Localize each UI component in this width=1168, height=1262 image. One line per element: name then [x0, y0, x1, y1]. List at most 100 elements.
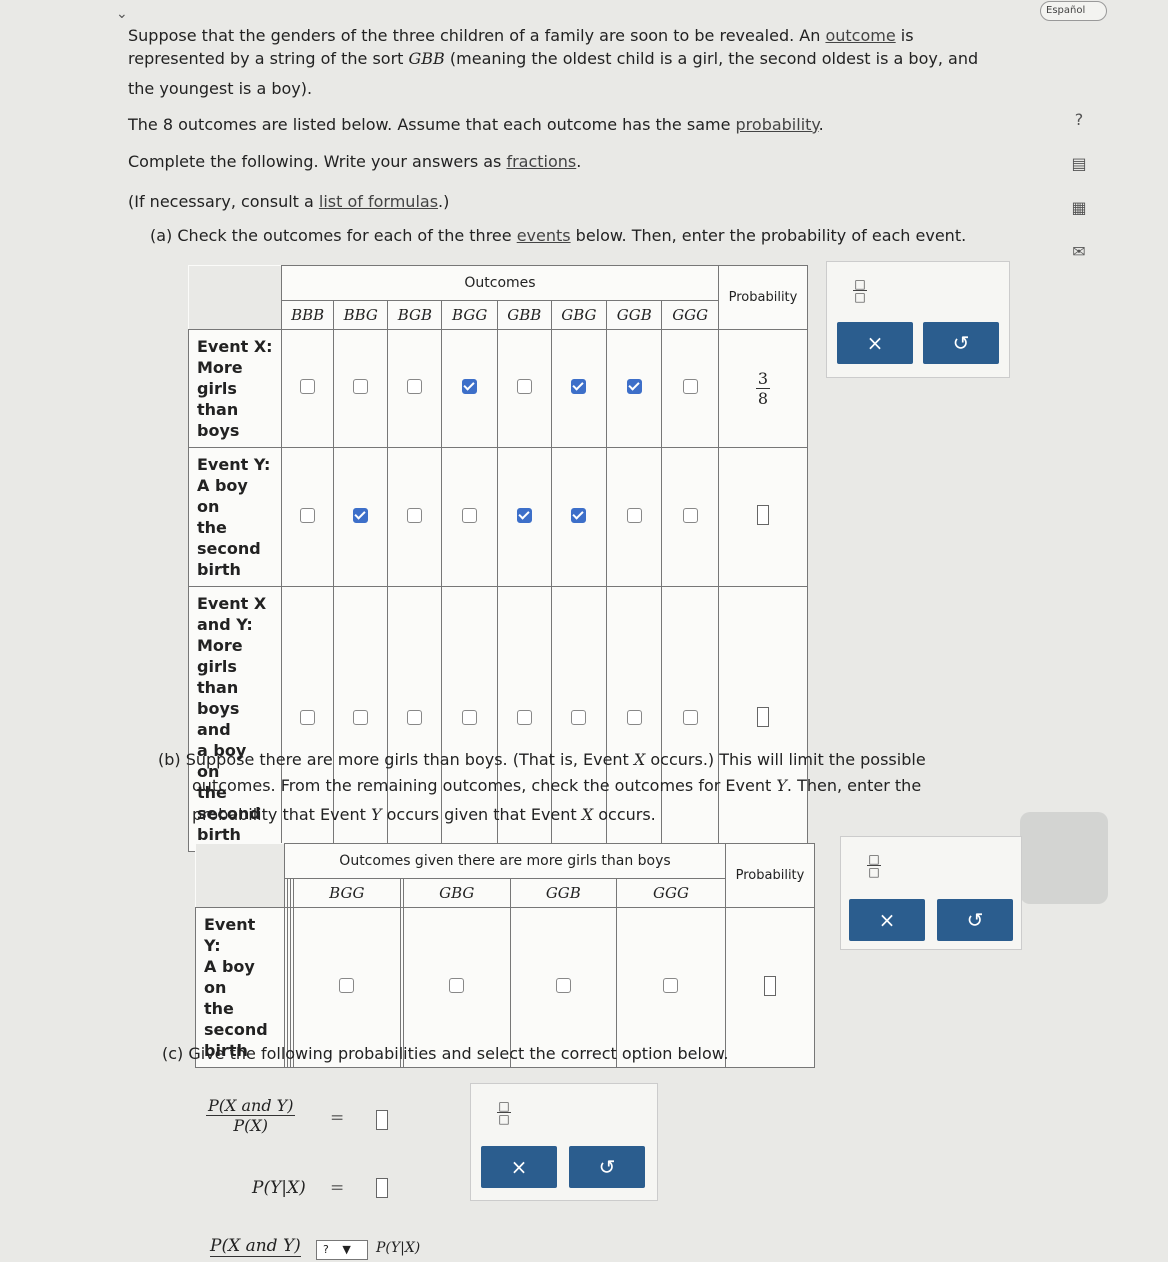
undo-button[interactable]: ↺: [569, 1146, 645, 1188]
outcome-checkbox[interactable]: [300, 709, 316, 725]
probability-cell: [725, 907, 815, 1068]
comparison-dropdown[interactable]: ? ▼: [316, 1240, 368, 1260]
outcome-checkbox[interactable]: [407, 507, 423, 523]
outcome-checkbox[interactable]: [353, 507, 369, 523]
intro-text: .: [576, 152, 582, 171]
outcome-checkbox[interactable]: [516, 709, 532, 725]
calculator-icon[interactable]: ▤: [1068, 154, 1090, 176]
outcome-checkbox[interactable]: [682, 379, 698, 394]
outcome-checkbox[interactable]: [682, 507, 698, 523]
event-label-line: boys and: [197, 699, 240, 739]
outcome-cell: [661, 586, 719, 852]
outcome-cell: [550, 447, 608, 587]
collapse-chevron-icon[interactable]: ⌄: [116, 6, 136, 22]
var-x: X: [581, 805, 594, 824]
outcome-checkbox[interactable]: [339, 978, 355, 993]
probability-fraction[interactable]: 38: [755, 369, 771, 408]
outcome-link[interactable]: outcome: [825, 26, 895, 45]
notes-icon[interactable]: ▦: [1068, 198, 1090, 220]
fraction-template-icon[interactable]: □ □: [867, 853, 881, 878]
outcome-checkbox[interactable]: [449, 978, 465, 993]
outcome-checkbox[interactable]: [300, 379, 316, 394]
outcome-cell: [550, 329, 608, 448]
intro-text: .): [438, 192, 450, 211]
outcome-checkbox[interactable]: [353, 709, 369, 725]
clear-button[interactable]: ×: [481, 1146, 557, 1188]
fraction-template-icon[interactable]: □ □: [853, 278, 867, 303]
probability-cell: [718, 586, 808, 852]
ratio-denominator: P(X): [233, 1116, 269, 1135]
outcome-checkbox[interactable]: [516, 507, 532, 523]
outcome-checkbox[interactable]: [353, 379, 369, 394]
outcome-header: BGB: [387, 300, 443, 330]
clear-button[interactable]: ×: [837, 322, 913, 364]
ratio-fraction: P(X and Y) P(X): [206, 1096, 296, 1135]
comparison-right: P(Y|X): [376, 1240, 421, 1256]
outcome-checkbox[interactable]: [626, 709, 642, 725]
outcome-checkbox[interactable]: [571, 709, 587, 725]
undo-button[interactable]: ↺: [923, 322, 999, 364]
ratio-numerator: P(X and Y): [206, 1096, 296, 1116]
outcome-header: BBG: [333, 300, 389, 330]
b-text: (b) Suppose there are more girls than bo…: [158, 750, 634, 769]
probability-answer-box[interactable]: [757, 505, 769, 525]
outcome-checkbox[interactable]: [407, 379, 423, 394]
outcome-checkbox[interactable]: [300, 507, 316, 523]
outcome-cell: [496, 447, 552, 587]
formulas-link[interactable]: list of formulas: [319, 192, 438, 211]
event-label-line: birth: [197, 560, 241, 579]
intro-text: (If necessary, consult a: [128, 192, 319, 211]
outcome-checkbox[interactable]: [626, 507, 642, 523]
side-toolbar: ? ▤ ▦ ✉: [1068, 110, 1098, 286]
probability-answer-box[interactable]: [757, 707, 769, 727]
outcome-cell: [333, 447, 389, 587]
probability-answer-box[interactable]: [764, 975, 776, 996]
outcome-checkbox[interactable]: [626, 379, 642, 394]
outcome-header: GBG: [402, 878, 511, 908]
intro-line-6: (If necessary, consult a list of formula…: [128, 190, 449, 213]
outcome-checkbox[interactable]: [407, 709, 423, 725]
b-text: . Then, enter the: [786, 776, 922, 795]
floating-overlay: [1020, 812, 1108, 904]
b-text: occurs.) This will limit the possible: [645, 750, 926, 769]
part-a-instructions: (a) Check the outcomes for each of the t…: [150, 224, 966, 247]
undo-button[interactable]: ↺: [937, 899, 1013, 941]
intro-text: is: [895, 26, 914, 45]
outcome-checkbox[interactable]: [462, 379, 478, 394]
event-label-line: birth: [197, 825, 241, 844]
prob-denominator: 8: [757, 389, 769, 408]
outcome-cell: [280, 447, 335, 587]
fraction-template-icon[interactable]: □ □: [497, 1100, 511, 1125]
events-link[interactable]: events: [517, 226, 571, 245]
outcomes-given-header: Outcomes given there are more girls than…: [284, 843, 726, 879]
event-label-line: girls than: [197, 657, 239, 697]
outcome-checkbox[interactable]: [555, 978, 571, 993]
mail-icon[interactable]: ✉: [1068, 242, 1090, 264]
outcome-checkbox[interactable]: [682, 709, 698, 725]
dropdown-value: ?: [323, 1243, 329, 1256]
outcome-checkbox[interactable]: [663, 978, 679, 993]
language-button[interactable]: Español: [1040, 1, 1107, 21]
outcome-checkbox[interactable]: [462, 507, 478, 523]
b-text: occurs given that Event: [381, 805, 582, 824]
var-y: Y: [370, 805, 382, 824]
outcome-checkbox[interactable]: [462, 709, 478, 725]
probability-cell: 38: [718, 329, 808, 448]
probability-cell: [718, 447, 808, 587]
var-x: X: [633, 750, 646, 769]
intro-text: .: [818, 115, 824, 134]
ratio-answer-box[interactable]: [376, 1110, 388, 1130]
event-label-line: Event Y:: [204, 915, 256, 955]
outcome-cell: [661, 447, 719, 587]
clear-button[interactable]: ×: [849, 899, 925, 941]
probability-link[interactable]: probability: [736, 115, 819, 134]
conditional-answer-box[interactable]: [376, 1178, 388, 1198]
outcome-checkbox[interactable]: [571, 507, 587, 523]
conditional-label: P(Y|X): [252, 1178, 306, 1198]
fractions-link[interactable]: fractions: [506, 152, 576, 171]
outcome-checkbox[interactable]: [516, 379, 532, 394]
help-icon[interactable]: ?: [1068, 110, 1090, 132]
outcome-header: GGG: [615, 878, 727, 908]
event-label: Event Y: A boy on the second birth: [188, 447, 282, 587]
outcome-checkbox[interactable]: [571, 379, 587, 394]
